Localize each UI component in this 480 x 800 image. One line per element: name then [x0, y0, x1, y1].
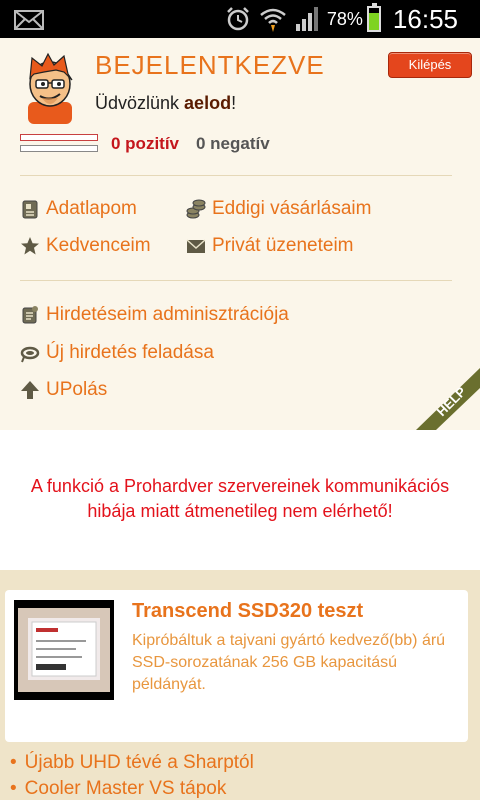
battery-icon [366, 3, 381, 32]
divider [20, 280, 452, 281]
status-bar: 78% 16:55 [0, 0, 480, 38]
megaphone-icon [20, 346, 40, 363]
menu-adatlapom[interactable]: Adatlapom [20, 198, 137, 220]
welcome-text: Üdvözlünk aelod! [95, 93, 236, 114]
account-panel: BEJELENTKEZVE Kilépés Üdvözlünk aelod! 0… [0, 38, 480, 430]
negative-rating[interactable]: 0 negatív [196, 134, 270, 154]
welcome-suffix: ! [231, 93, 237, 113]
menu-privat-label: Privát üzeneteim [212, 235, 354, 256]
menu-hirdeteseim[interactable]: Hirdetéseim adminisztrációja [20, 304, 289, 326]
menu-upolas[interactable]: UPolás [20, 379, 107, 401]
menu-kedvenceim[interactable]: Kedvenceim [20, 235, 151, 257]
coins-icon [186, 199, 206, 219]
error-message: A funkció a Prohardver szervereinek komm… [0, 474, 480, 524]
positive-rating[interactable]: 0 pozitív [111, 134, 179, 154]
article-thumbnail[interactable] [14, 600, 114, 700]
negative-rating-bar [20, 145, 98, 152]
profile-card-icon [22, 200, 38, 219]
menu-adatlapom-label: Adatlapom [46, 198, 137, 219]
article-title[interactable]: Transcend SSD320 teszt [132, 600, 363, 623]
news-section: Transcend SSD320 teszt Kipróbáltuk a taj… [0, 570, 480, 800]
ssd-image [18, 608, 110, 692]
menu-upolas-label: UPolás [46, 379, 108, 400]
rating-bars [20, 134, 98, 156]
battery-percentage: 78% [326, 8, 363, 29]
menu-uj-hirdetes[interactable]: Új hirdetés feladása [20, 342, 214, 364]
article-card[interactable]: Transcend SSD320 teszt Kipróbáltuk a taj… [5, 590, 468, 742]
news-item-1-label: Újabb UHD tévé a Sharptól [24, 752, 254, 773]
menu-eddigi-label: Eddigi vásárlásaim [212, 198, 372, 219]
logout-button[interactable]: Kilépés [388, 52, 472, 78]
menu-privat-uzeneteim[interactable]: Privát üzeneteim [186, 235, 354, 257]
news-item-2[interactable]: • Cooler Master VS tápok [10, 778, 226, 800]
error-notice: A funkció a Prohardver szervereinek komm… [0, 430, 480, 570]
error-line-1: A funkció a Prohardver szervereinek komm… [30, 476, 450, 496]
bullet-icon: • [10, 778, 17, 799]
wifi-icon [260, 8, 286, 32]
page-title: BEJELENTKEZVE [95, 50, 325, 80]
positive-rating-bar [20, 134, 98, 141]
star-icon [21, 237, 39, 255]
menu-uj-hirdetes-label: Új hirdetés feladása [46, 342, 214, 363]
signal-icon [295, 7, 318, 31]
ads-admin-icon [22, 306, 38, 324]
avatar [28, 52, 73, 124]
arrow-up-icon [21, 381, 39, 399]
news-item-1[interactable]: • Újabb UHD tévé a Sharptól [10, 752, 254, 774]
menu-kedvenceim-label: Kedvenceim [46, 235, 151, 256]
username: aelod [184, 93, 232, 113]
news-item-2-label: Cooler Master VS tápok [24, 778, 227, 799]
error-line-2: hibája miatt átmenetileg nem elérhető! [87, 501, 393, 521]
mail-icon [14, 10, 44, 30]
menu-hirdeteseim-label: Hirdetéseim adminisztrációja [46, 304, 289, 325]
welcome-prefix: Üdvözlünk [95, 93, 185, 113]
menu-eddigi-vasarlasaim[interactable]: Eddigi vásárlásaim [186, 198, 371, 220]
clock: 16:55 [392, 3, 458, 34]
article-summary: Kipróbáltuk a tajvani gyártó kedvező(bb)… [132, 632, 446, 693]
bullet-icon: • [10, 752, 17, 773]
alarm-icon [227, 7, 249, 31]
divider [20, 175, 452, 176]
envelope-icon [186, 239, 206, 253]
